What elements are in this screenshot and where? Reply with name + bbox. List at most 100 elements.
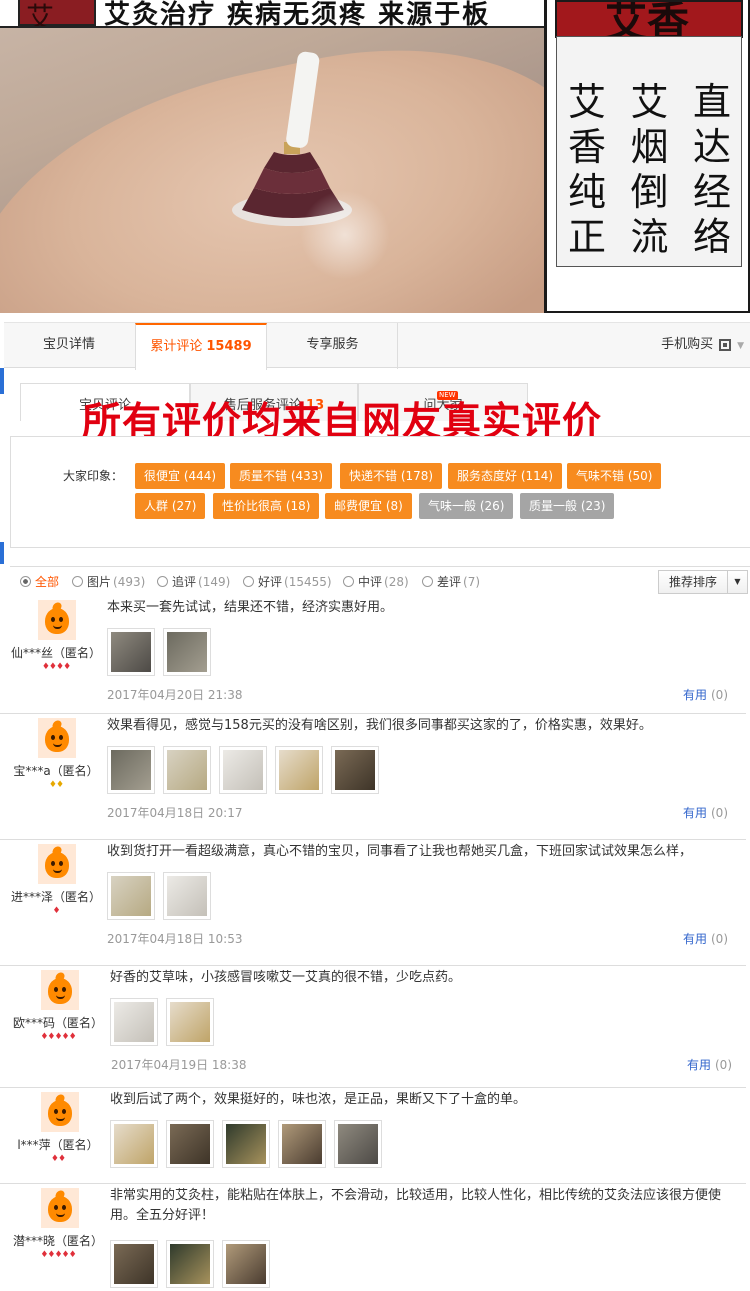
reviewer-level-badge: ♦♦♦♦♦	[40, 1032, 76, 1042]
avatar[interactable]	[41, 1092, 79, 1132]
tab-item-details[interactable]: 宝贝详情	[4, 323, 134, 369]
review-text: 收到货打开一看超级满意，真心不错的宝贝，同事看了让我也帮她买几盒，下班回家试试效…	[107, 844, 693, 859]
review-photo-thumb[interactable]	[163, 628, 211, 676]
review-text: 效果看得见，感觉与158元买的没有啥区别，我们很多同事都买这家的了，价格实惠，效…	[107, 718, 652, 733]
review-item: 进***泽（匿名） ♦ 收到货打开一看超级满意，真心不错的宝贝，同事看了让我也帮她买…	[0, 840, 750, 966]
moxa-stick-icon	[286, 51, 320, 148]
review-date: 2017年04月19日 18:38	[111, 1058, 247, 1072]
review-photo-thumb[interactable]	[107, 628, 155, 676]
review-photo-thumb[interactable]	[275, 746, 323, 794]
review-text: 本来买一套先试试，结果还不错，经济实惠好用。	[107, 600, 394, 615]
detail-tabbar: 宝贝详情 累计评论 15489 专享服务 手机购买 ▼	[4, 322, 750, 370]
side-accent	[0, 542, 4, 564]
radio-icon	[343, 576, 354, 587]
avatar[interactable]	[41, 970, 79, 1010]
review-item: 潜***晓（匿名） ♦♦♦♦♦ 非常实用的艾灸柱，能粘贴在体肤上，不会滑动，比较适用…	[0, 1184, 750, 1291]
qr-code-icon	[719, 338, 732, 351]
review-photo-thumb[interactable]	[331, 746, 379, 794]
product-photo	[0, 0, 544, 313]
filter-negative[interactable]: 差评 (7)	[422, 573, 480, 590]
banner-top-strip: 艾 艾灸治疗 疾病无须疼 来源于板	[0, 0, 544, 28]
filter-followup[interactable]: 追评 (149)	[157, 573, 230, 590]
banner-slogan-panel: 艾香 艾香纯正 艾烟倒流 直达经络	[544, 0, 750, 313]
useful-button[interactable]: 有用 (0)	[687, 1056, 732, 1073]
impression-tag[interactable]: 气味不错 (50)	[567, 463, 662, 489]
review-photo-thumb[interactable]	[334, 1120, 382, 1168]
mobile-buy-label: 手机购买	[661, 337, 714, 352]
review-photo-thumb[interactable]	[222, 1240, 270, 1288]
useful-count: (0)	[711, 932, 728, 946]
product-banner: 艾 艾灸治疗 疾病无须疼 来源于板 艾香 艾香纯正 艾烟倒流 直达经络	[0, 0, 750, 313]
reviewer-name: 欧***码（匿名）	[12, 1016, 103, 1030]
useful-button[interactable]: 有用 (0)	[683, 686, 728, 703]
chevron-down-icon: ▼	[737, 341, 744, 351]
review-photos	[110, 1120, 382, 1168]
side-accent	[0, 368, 4, 394]
useful-button[interactable]: 有用 (0)	[683, 804, 728, 821]
avatar[interactable]	[38, 844, 76, 884]
review-item: 仙***丝（匿名） ♦♦♦♦ 本来买一套先试试，结果还不错，经济实惠好用。 2017年…	[0, 596, 750, 714]
review-text: 好香的艾草味，小孩感冒咳嗽艾一艾真的很不错，少吃点药。	[110, 970, 462, 985]
radio-icon	[157, 576, 168, 587]
avatar[interactable]	[38, 600, 76, 640]
useful-label: 有用	[682, 932, 707, 946]
tab-reviews-label: 累计评论	[150, 339, 203, 354]
review-photo-thumb[interactable]	[107, 872, 155, 920]
brand-seal: 艾香	[555, 0, 743, 38]
review-photo-thumb[interactable]	[219, 746, 267, 794]
useful-label: 有用	[686, 1058, 711, 1072]
review-photo-thumb[interactable]	[166, 1120, 214, 1168]
review-item: l***萍（匿名） ♦♦ 收到后试了两个，效果挺好的，味也浓，是正品，果断又下了十盒…	[0, 1088, 750, 1184]
reviewer-name: 潜***晓（匿名）	[12, 1234, 103, 1248]
review-date: 2017年04月18日 10:53	[107, 932, 243, 946]
impression-box: 大家印象： 很便宜 (444) 质量不错 (433) 快递不错 (178) 服务…	[10, 436, 750, 548]
review-photo-thumb[interactable]	[110, 1120, 158, 1168]
impression-tag[interactable]: 很便宜 (444)	[135, 463, 226, 489]
useful-button[interactable]: 有用 (0)	[683, 930, 728, 947]
reviewer-level-badge: ♦♦	[50, 1154, 66, 1164]
useful-label: 有用	[682, 806, 707, 820]
avatar[interactable]	[38, 718, 76, 758]
reviewer-name: l***萍（匿名）	[17, 1138, 99, 1152]
reviewer-name: 仙***丝（匿名）	[10, 646, 101, 660]
radio-icon	[422, 576, 433, 587]
review-photo-thumb[interactable]	[166, 998, 214, 1046]
impression-tag[interactable]: 快递不错 (178)	[340, 463, 443, 489]
review-photo-thumb[interactable]	[222, 1120, 270, 1168]
filter-photos[interactable]: 图片 (493)	[72, 573, 145, 590]
review-photo-thumb[interactable]	[107, 746, 155, 794]
review-photo-thumb[interactable]	[110, 1240, 158, 1288]
review-date: 2017年04月18日 20:17	[107, 806, 243, 820]
useful-count: (0)	[711, 688, 728, 702]
radio-icon	[72, 576, 83, 587]
review-photos	[107, 872, 211, 920]
review-photo-thumb[interactable]	[163, 872, 211, 920]
mobile-buy-button[interactable]: 手机购买 ▼	[661, 323, 744, 369]
useful-label: 有用	[682, 688, 707, 702]
tab-exclusive-service[interactable]: 专享服务	[268, 323, 398, 369]
sort-dropdown[interactable]: 推荐排序 ▼	[658, 570, 748, 594]
review-photo-thumb[interactable]	[110, 998, 158, 1046]
review-photos	[110, 998, 214, 1046]
review-photos	[107, 628, 211, 676]
filter-all[interactable]: 全部	[20, 573, 59, 590]
impression-tag[interactable]: 质量一般 (23)	[520, 493, 615, 519]
impression-tag[interactable]: 邮费便宜 (8)	[325, 493, 412, 519]
radio-icon	[20, 576, 31, 587]
review-photo-thumb[interactable]	[166, 1240, 214, 1288]
impression-tag[interactable]: 服务态度好 (114)	[448, 463, 563, 489]
reviewer-name: 宝***a（匿名）	[13, 764, 99, 778]
review-count: 15489	[206, 339, 252, 354]
impression-tag[interactable]: 气味一般 (26)	[419, 493, 514, 519]
filter-neutral[interactable]: 中评 (28)	[343, 573, 409, 590]
filter-positive[interactable]: 好评 (15455)	[243, 573, 332, 590]
impression-tag[interactable]: 人群 (27)	[135, 493, 206, 519]
slogan-column-1: 艾香纯正	[567, 80, 606, 259]
review-item: 宝***a（匿名） ♦♦ 效果看得见，感觉与158元买的没有啥区别，我们很多同事都买…	[0, 714, 750, 840]
review-photo-thumb[interactable]	[163, 746, 211, 794]
avatar[interactable]	[41, 1188, 79, 1228]
review-photo-thumb[interactable]	[278, 1120, 326, 1168]
impression-tag[interactable]: 性价比很高 (18)	[213, 493, 320, 519]
tab-reviews[interactable]: 累计评论 15489	[135, 323, 267, 370]
impression-tag[interactable]: 质量不错 (433)	[230, 463, 333, 489]
